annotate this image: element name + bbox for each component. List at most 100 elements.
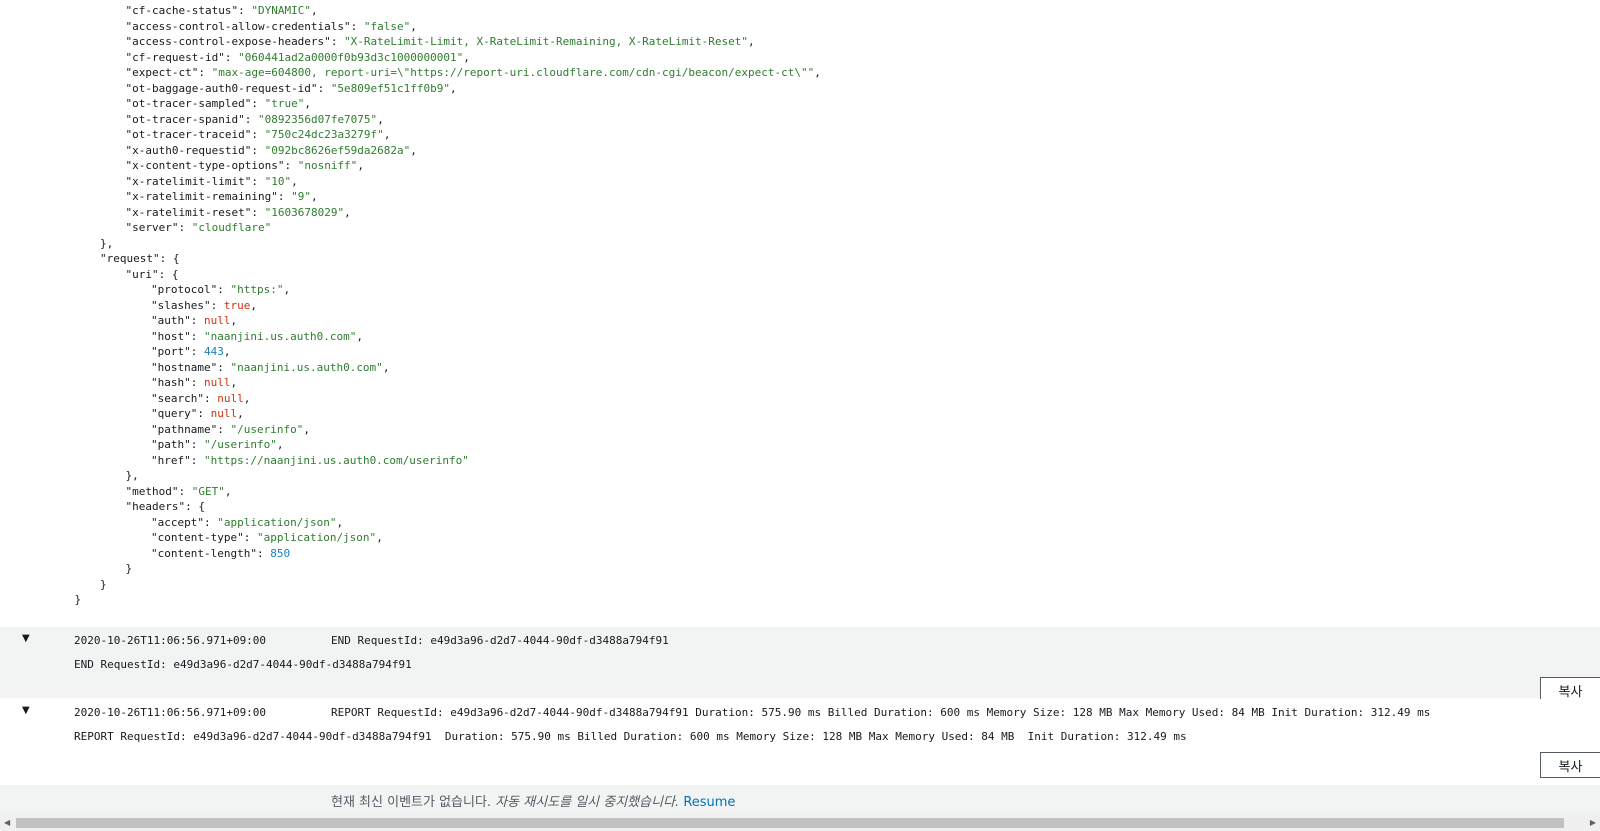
json-value: "060441ad2a0000f0b93d3c1000000001": [238, 50, 464, 64]
json-key: "access-control-allow-credentials": [125, 19, 351, 33]
json-comma: ,: [223, 345, 231, 358]
scroll-left-icon[interactable]: ◀: [4, 818, 10, 827]
json-colon: :: [190, 314, 204, 327]
horizontal-scrollbar[interactable]: ◀ ▶: [0, 815, 1600, 831]
json-comma: ,: [410, 143, 417, 157]
json-comma: ,: [377, 112, 384, 126]
json-line: "ot-baggage-auth0-request-id": "5e809ef5…: [126, 81, 457, 96]
json-line: "ot-tracer-spanid": "0892356d07fe7075",: [126, 112, 384, 127]
json-key: "hostname": [151, 360, 218, 374]
resume-link[interactable]: Resume: [683, 795, 735, 810]
json-value: "https:": [230, 283, 284, 296]
json-brace: {: [198, 500, 205, 513]
json-value: "https://naanjini.us.auth0.com/userinfo": [204, 453, 469, 467]
json-value: "naanjini.us.auth0.com": [230, 360, 383, 374]
json-key: "content-length": [151, 546, 257, 560]
json-key: "x-ratelimit-limit": [125, 174, 252, 188]
json-value: "1603678029": [264, 205, 345, 219]
expand-arrow-icon[interactable]: ▼: [22, 705, 30, 716]
json-brace: {: [171, 267, 179, 281]
json-colon: :: [238, 4, 252, 17]
scrollbar-thumb[interactable]: [16, 818, 1564, 828]
log-event-end: ▼ 2020-10-26T11:06:56.971+09:00 END Requ…: [0, 627, 1600, 703]
json-colon: :: [190, 345, 204, 358]
event-detail: END RequestId: e49d3a96-d2d7-4044-90df-d…: [74, 658, 412, 671]
json-line: "accept": "application/json",: [151, 515, 343, 530]
json-line: }: [75, 592, 82, 607]
status-bar: 현재 최신 이벤트가 없습니다. 자동 재시도를 일시 중지했습니다. Resu…: [0, 785, 1600, 815]
json-key: "slashes": [151, 298, 211, 312]
json-brace: }: [100, 577, 107, 591]
json-line: "cf-cache-status": "DYNAMIC",: [126, 3, 318, 18]
json-value: "092bc8626ef59da2682a": [264, 143, 411, 157]
json-colon: :: [190, 329, 204, 343]
json-value: true: [223, 298, 251, 312]
json-brace: },: [100, 236, 114, 250]
json-line: "content-type": "application/json",: [151, 530, 383, 545]
json-key: "hash": [151, 376, 191, 389]
scroll-right-icon[interactable]: ▶: [1590, 818, 1596, 827]
json-value: "X-RateLimit-Limit, X-RateLimit-Remainin…: [344, 35, 749, 48]
json-line: "pathname": "/userinfo",: [151, 422, 310, 437]
json-value: "/userinfo": [230, 422, 304, 436]
json-colon: :: [159, 252, 173, 265]
json-key: "port": [151, 345, 191, 358]
json-comma: ,: [356, 329, 363, 343]
json-colon: :: [158, 267, 172, 281]
json-colon: :: [317, 81, 331, 95]
expand-arrow-icon[interactable]: ▼: [22, 633, 30, 644]
json-value: null: [204, 376, 231, 389]
json-key: "cf-request-id": [125, 50, 225, 64]
json-key: "query": [151, 407, 198, 420]
json-line: "slashes": true,: [151, 298, 257, 313]
json-comma: ,: [336, 515, 344, 529]
json-line: "content-length": 850: [151, 546, 290, 561]
json-line: "x-content-type-options": "nosniff",: [126, 158, 364, 173]
event-detail: REPORT RequestId: e49d3a96-d2d7-4044-90d…: [74, 730, 1187, 743]
json-comma: ,: [344, 205, 351, 219]
json-colon: :: [185, 500, 199, 513]
json-line: "x-ratelimit-remaining": "9",: [126, 189, 318, 204]
json-line: "server": "cloudflare": [126, 220, 272, 235]
json-key: "ot-tracer-sampled": [125, 97, 252, 110]
json-key: "content-type": [151, 531, 244, 544]
json-value: "application/json": [256, 531, 377, 544]
json-value: "9": [291, 190, 311, 203]
json-comma: ,: [383, 128, 391, 141]
json-key: "host": [151, 329, 191, 343]
json-line: }: [126, 561, 133, 576]
json-colon: :: [251, 143, 265, 157]
copy-button[interactable]: 복사: [1540, 752, 1600, 778]
event-timestamp: 2020-10-26T11:06:56.971+09:00: [74, 706, 267, 719]
event-summary: END RequestId: e49d3a96-d2d7-4044-90df-d…: [331, 634, 669, 647]
json-value: null: [204, 314, 231, 327]
json-line: "auth": null,: [151, 313, 237, 328]
json-line: "request": {: [100, 251, 179, 266]
json-key: "method": [125, 484, 179, 498]
json-key: "uri": [125, 267, 159, 281]
json-line: "hash": null,: [151, 375, 237, 390]
json-key: "cf-cache-status": [125, 4, 239, 17]
json-line: "ot-tracer-traceid": "750c24dc23a3279f",: [126, 127, 391, 142]
json-comma: ,: [243, 391, 251, 405]
json-value: "application/json": [217, 515, 337, 529]
json-line: "hostname": "naanjini.us.auth0.com",: [151, 360, 389, 375]
json-colon: :: [178, 221, 192, 234]
json-colon: :: [190, 376, 204, 389]
event-summary: REPORT RequestId: e49d3a96-d2d7-4044-90d…: [331, 706, 1431, 719]
json-key: "x-auth0-requestid": [125, 143, 252, 157]
json-line: }: [100, 577, 107, 592]
status-message: 현재 최신 이벤트가 없습니다. 자동 재시도를 일시 중지했습니다. Resu…: [331, 791, 735, 810]
json-colon: :: [350, 19, 364, 33]
json-key: "request": [100, 252, 160, 265]
json-value: 850: [270, 546, 291, 560]
json-colon: :: [217, 422, 231, 436]
json-line: },: [100, 236, 113, 251]
json-key: "x-content-type-options": [125, 159, 285, 172]
json-colon: :: [190, 453, 204, 467]
json-value: null: [210, 407, 238, 420]
json-comma: ,: [250, 298, 257, 312]
json-value: "0892356d07fe7075": [257, 112, 378, 126]
json-line: "query": null,: [151, 406, 244, 421]
json-comma: ,: [230, 314, 238, 327]
